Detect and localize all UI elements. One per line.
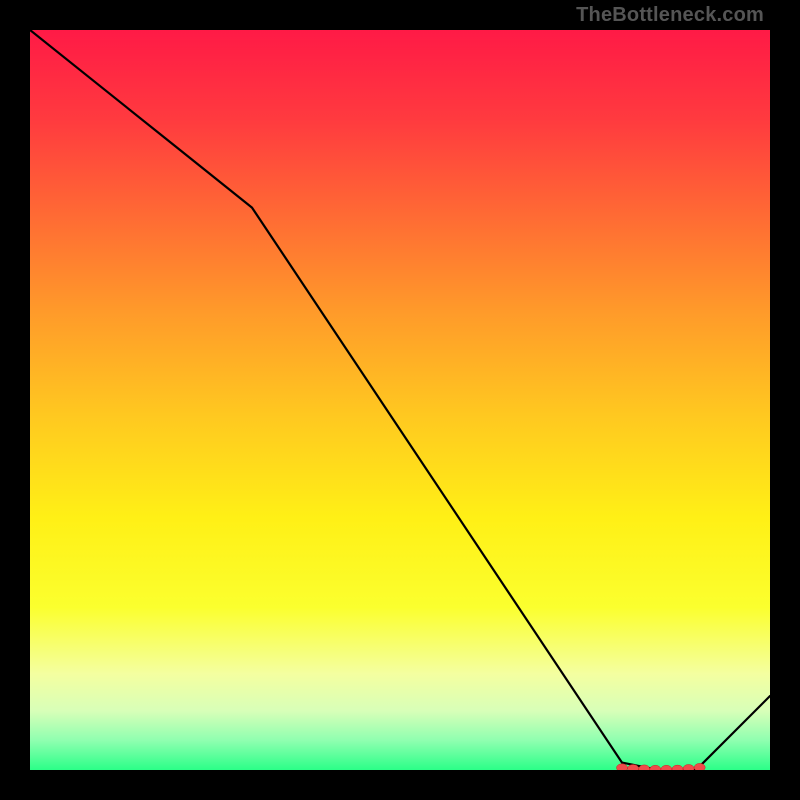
- watermark-text: TheBottleneck.com: [576, 4, 764, 27]
- plot-area: [30, 30, 770, 770]
